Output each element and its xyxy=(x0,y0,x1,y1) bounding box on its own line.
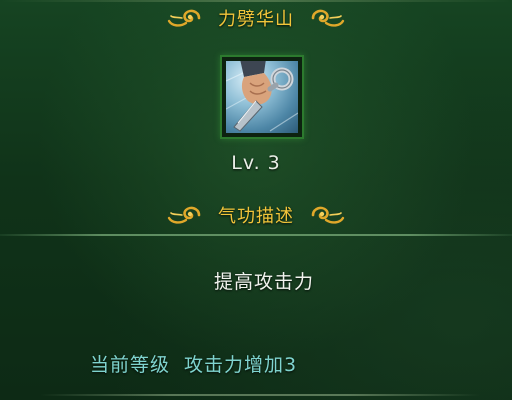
skill-icon-frame[interactable] xyxy=(220,55,304,139)
current-level-effect: 攻击力增加3 xyxy=(184,354,298,376)
cloud-swirl-right-icon xyxy=(310,7,346,29)
description-header: 气功描述 xyxy=(218,206,294,227)
bottom-divider xyxy=(40,394,480,396)
cloud-swirl-left-icon xyxy=(166,204,202,226)
section-divider xyxy=(0,234,512,236)
skill-level: Lv. 3 xyxy=(231,152,281,174)
skill-detail-panel: 力劈华山 Lv. 3 气功描述 提高攻击力 当前等级 攻击力增加3 xyxy=(0,0,512,400)
skill-name: 力劈华山 xyxy=(218,9,294,30)
current-level-label: 当前等级 xyxy=(90,354,171,376)
skill-description: 提高攻击力 xyxy=(213,271,314,293)
cloud-swirl-left-icon xyxy=(166,7,202,29)
description-header-row: 气功描述 xyxy=(0,199,512,231)
current-level-row: 当前等级 攻击力增加3 xyxy=(90,350,297,377)
cloud-swirl-right-icon xyxy=(310,204,346,226)
skill-title-row: 力劈华山 xyxy=(0,2,512,34)
skill-fist-icon xyxy=(226,61,298,133)
